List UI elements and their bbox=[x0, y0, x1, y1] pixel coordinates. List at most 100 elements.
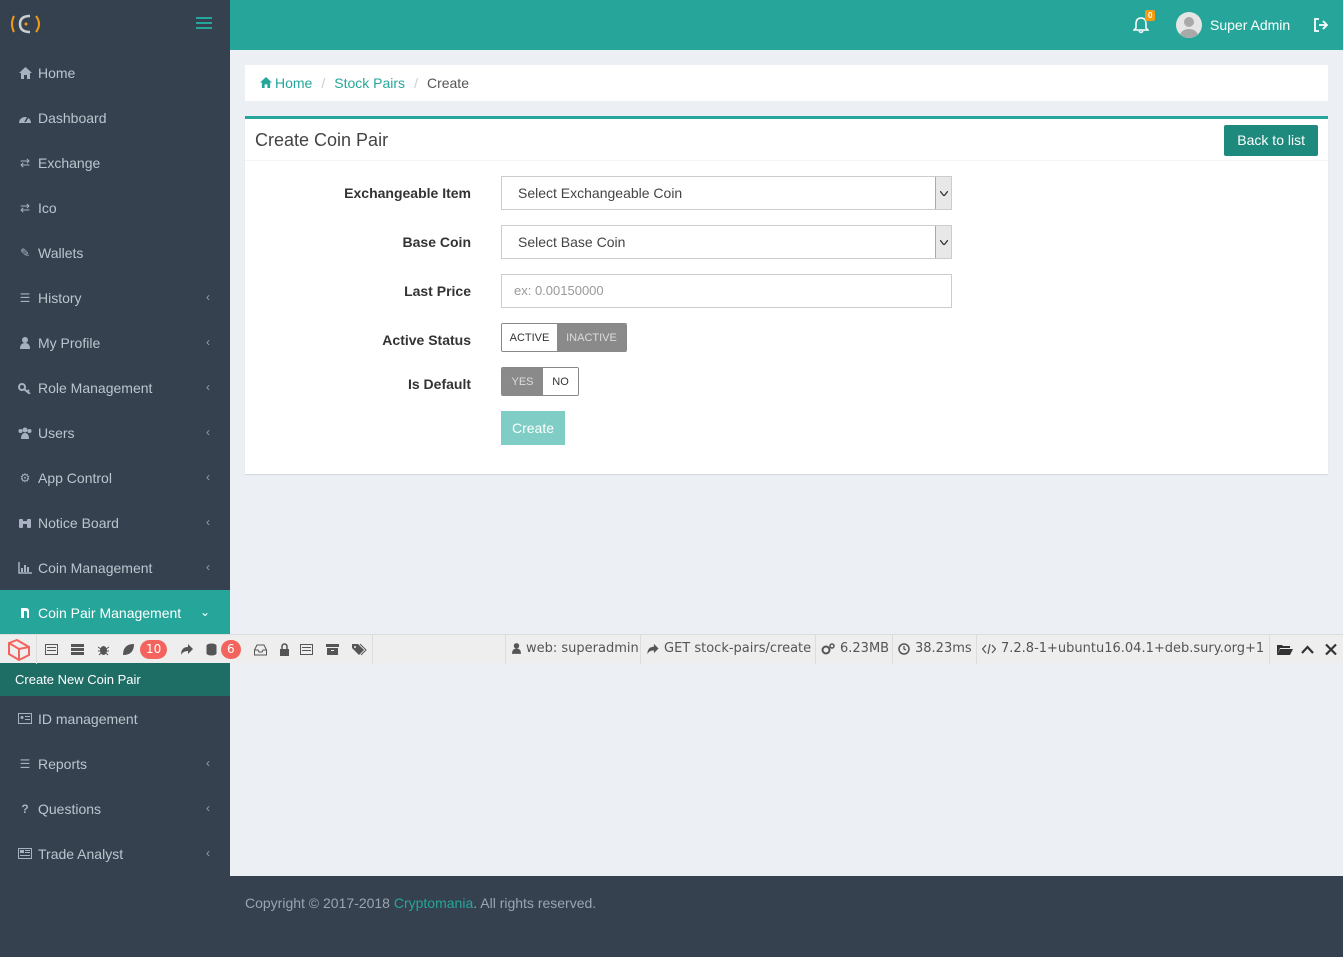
folder-open-icon[interactable] bbox=[1277, 643, 1293, 656]
sidebar-item-label: Home bbox=[38, 64, 76, 81]
auth-info[interactable]: web: superadmin bbox=[512, 641, 639, 656]
sidebar-item-label: Wallets bbox=[38, 244, 84, 261]
base-coin-select[interactable]: Select Base Coin bbox=[501, 225, 952, 259]
chevron-down-icon bbox=[935, 177, 951, 209]
sidebar-item-wallets[interactable]: ✎ Wallets bbox=[0, 230, 230, 275]
submenu-create-new-coin-pair[interactable]: Create New Coin Pair bbox=[0, 663, 230, 696]
create-button[interactable]: Create bbox=[501, 411, 565, 445]
sidebar-item-history[interactable]: ☰ History ‹ bbox=[0, 275, 230, 320]
tags-icon[interactable] bbox=[352, 643, 367, 656]
sidebar-item-label: Users bbox=[38, 424, 75, 441]
inbox-icon[interactable] bbox=[254, 643, 267, 656]
archive-icon[interactable] bbox=[326, 643, 339, 656]
pen-icon: ✎ bbox=[19, 245, 31, 260]
users-icon bbox=[18, 426, 32, 440]
views-icon[interactable] bbox=[300, 643, 313, 656]
footer: Copyright © 2017-2018 Cryptomania. All r… bbox=[230, 876, 1343, 957]
sidebar-item-coin-management[interactable]: Coin Management ‹ bbox=[0, 545, 230, 590]
messages-icon[interactable] bbox=[45, 643, 58, 656]
active-option[interactable]: ACTIVE bbox=[502, 324, 557, 351]
leaf-icon[interactable] bbox=[122, 643, 135, 656]
inactive-option[interactable]: INACTIVE bbox=[557, 324, 626, 351]
home-icon bbox=[260, 77, 272, 88]
queries-count-badge: 6 bbox=[221, 640, 241, 659]
sidebar-item-label: Ico bbox=[38, 199, 57, 216]
gear-icon: ⚙ bbox=[19, 470, 31, 485]
sidebar-item-role-management[interactable]: Role Management ‹ bbox=[0, 365, 230, 410]
newspaper-icon bbox=[18, 847, 32, 861]
menu-toggle-icon[interactable] bbox=[196, 17, 212, 31]
sidebar-item-home[interactable]: Home bbox=[0, 50, 230, 95]
time-info[interactable]: 38.23ms bbox=[898, 641, 972, 656]
brand-link[interactable]: Cryptomania bbox=[394, 895, 473, 911]
sidebar-item-ico[interactable]: ⇄ Ico bbox=[0, 185, 230, 230]
copyright-prefix: Copyright © 2017-2018 bbox=[245, 895, 394, 911]
chevron-left-icon: ‹ bbox=[206, 560, 210, 574]
chevron-left-icon: ‹ bbox=[206, 515, 210, 529]
chevron-left-icon: ‹ bbox=[206, 290, 210, 304]
exchange-icon: ⇄ bbox=[19, 155, 31, 170]
is-default-toggle[interactable]: YES NO bbox=[501, 367, 579, 396]
lock-icon[interactable] bbox=[278, 643, 291, 656]
debug-separator bbox=[815, 635, 816, 664]
breadcrumb-home[interactable]: Home bbox=[260, 75, 312, 91]
sidebar-item-coin-pair-management[interactable]: Coin Pair Management ⌄ bbox=[0, 590, 230, 635]
debug-separator bbox=[505, 635, 506, 664]
sidebar-item-users[interactable]: Users ‹ bbox=[0, 410, 230, 455]
chevron-up-icon[interactable] bbox=[1301, 643, 1314, 656]
memory-info[interactable]: 6.23MB bbox=[821, 641, 889, 656]
chevron-left-icon: ‹ bbox=[206, 335, 210, 349]
code-icon bbox=[982, 643, 996, 654]
back-to-list-button[interactable]: Back to list bbox=[1224, 125, 1318, 156]
share-icon[interactable] bbox=[180, 643, 193, 656]
clock-icon bbox=[898, 642, 910, 655]
share-icon bbox=[647, 643, 659, 654]
sidebar-item-questions[interactable]: ? Questions ‹ bbox=[0, 786, 230, 831]
breadcrumb-separator: / bbox=[414, 75, 418, 91]
sidebar-item-label: Role Management bbox=[38, 379, 153, 396]
logout-icon[interactable] bbox=[1313, 17, 1329, 33]
laravel-logo-icon[interactable] bbox=[7, 639, 31, 661]
sidebar-item-label: Notice Board bbox=[38, 514, 119, 531]
route-label: GET stock-pairs/create bbox=[664, 641, 812, 656]
sidebar-item-label: Trade Analyst bbox=[38, 845, 124, 862]
chevron-left-icon: ‹ bbox=[206, 470, 210, 484]
exchangeable-item-value: Select Exchangeable Coin bbox=[518, 185, 683, 201]
sidebar-item-trade-analyst[interactable]: Trade Analyst ‹ bbox=[0, 831, 230, 876]
sidebar-item-app-control[interactable]: ⚙ App Control ‹ bbox=[0, 455, 230, 500]
messages-count-badge: 10 bbox=[140, 640, 168, 659]
no-option[interactable]: NO bbox=[543, 368, 578, 395]
timeline-icon[interactable] bbox=[71, 643, 84, 656]
sidebar-item-my-profile[interactable]: My Profile ‹ bbox=[0, 320, 230, 365]
sidebar-item-notice-board[interactable]: Notice Board ‹ bbox=[0, 500, 230, 545]
bug-icon[interactable] bbox=[97, 643, 110, 656]
copyright-text: Copyright © 2017-2018 Cryptomania. All r… bbox=[245, 895, 596, 911]
coin-pair-icon bbox=[18, 606, 32, 620]
create-coin-pair-box: Create Coin Pair Back to list Exchangeab… bbox=[245, 116, 1328, 474]
sidebar-item-dashboard[interactable]: Dashboard bbox=[0, 95, 230, 140]
exchangeable-item-select[interactable]: Select Exchangeable Coin bbox=[501, 176, 952, 210]
sidebar-item-id-management[interactable]: ID management bbox=[0, 696, 230, 741]
close-icon[interactable] bbox=[1325, 643, 1337, 656]
breadcrumb-separator: / bbox=[321, 75, 326, 91]
logo-icon[interactable] bbox=[10, 12, 44, 36]
sidebar-item-reports[interactable]: ☰ Reports ‹ bbox=[0, 741, 230, 786]
database-icon[interactable] bbox=[205, 643, 218, 656]
sidebar-item-exchange[interactable]: ⇄ Exchange bbox=[0, 140, 230, 185]
debug-separator bbox=[36, 635, 37, 664]
sidebar-item-label: Questions bbox=[38, 800, 102, 817]
dashboard-icon bbox=[18, 111, 32, 125]
route-info[interactable]: GET stock-pairs/create bbox=[646, 641, 811, 656]
active-status-toggle[interactable]: ACTIVE INACTIVE bbox=[501, 323, 627, 352]
user-menu[interactable]: Super Admin bbox=[1176, 12, 1290, 38]
breadcrumb-stock-pairs[interactable]: Stock Pairs bbox=[334, 75, 405, 91]
base-coin-label: Base Coin bbox=[402, 234, 471, 250]
last-price-input[interactable]: ex: 0.00150000 bbox=[501, 274, 952, 308]
copyright-suffix: . All rights reserved. bbox=[473, 895, 597, 911]
submenu-label: Create New Coin Pair bbox=[15, 672, 141, 687]
notification-badge: 0 bbox=[1145, 10, 1156, 21]
php-version-info[interactable]: 7.2.8-1+ubuntu16.04.1+deb.sury.org+1 bbox=[982, 641, 1264, 656]
home-icon bbox=[18, 66, 32, 80]
yes-option[interactable]: YES bbox=[502, 368, 543, 395]
debug-separator bbox=[1269, 635, 1270, 664]
